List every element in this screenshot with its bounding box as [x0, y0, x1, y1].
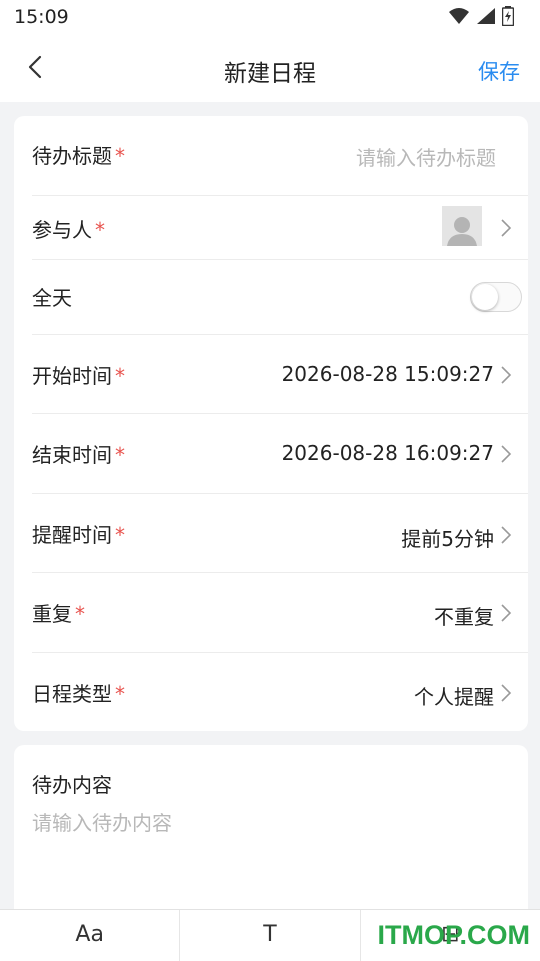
- repeat-value: 不重复: [434, 605, 494, 629]
- repeat-row[interactable]: 重复 * 不重复: [32, 573, 528, 653]
- wifi-icon: [449, 8, 469, 24]
- schedule-type-label: 日程类型 *: [32, 682, 125, 706]
- chevron-right-icon: [501, 526, 512, 544]
- text-style-button[interactable]: T: [180, 910, 361, 961]
- toggle-knob: [472, 284, 498, 310]
- required-mark: *: [95, 218, 105, 242]
- end-time-value: 2026-08-28 16:09:27: [281, 441, 494, 465]
- required-mark: *: [115, 364, 125, 388]
- participant-label: 参与人 *: [32, 218, 105, 242]
- page-title: 新建日程: [224, 61, 316, 87]
- schedule-type-value: 个人提醒: [414, 685, 494, 709]
- chevron-right-icon: [501, 366, 512, 384]
- required-mark: *: [115, 144, 125, 168]
- title-input[interactable]: 请输入待办标题: [356, 142, 496, 171]
- required-mark: *: [115, 682, 125, 706]
- schedule-type-row[interactable]: 日程类型 * 个人提醒: [32, 653, 528, 731]
- title-label: 待办标题 *: [32, 144, 125, 168]
- required-mark: *: [75, 602, 85, 626]
- signal-icon: [477, 8, 495, 24]
- start-time-value: 2026-08-28 15:09:27: [281, 362, 494, 386]
- required-mark: *: [115, 523, 125, 547]
- watermark: ITMOP.COM: [377, 920, 530, 950]
- content-input[interactable]: 请输入待办内容: [32, 807, 172, 836]
- schedule-form-card: 待办标题 * 请输入待办标题 参与人 * 全天 开始时间 * 2026-08-28 1…: [14, 116, 528, 731]
- end-time-label: 结束时间 *: [32, 443, 125, 467]
- chevron-right-icon: [501, 684, 512, 702]
- start-time-row[interactable]: 开始时间 * 2026-08-28 15:09:27: [32, 335, 528, 414]
- end-time-row[interactable]: 结束时间 * 2026-08-28 16:09:27: [32, 414, 528, 494]
- allday-toggle[interactable]: [470, 282, 522, 312]
- status-bar: 15:09: [0, 0, 540, 36]
- save-button[interactable]: 保存: [478, 56, 520, 86]
- chevron-right-icon: [501, 604, 512, 622]
- nav-bar: 新建日程 保存: [0, 36, 540, 102]
- status-time: 15:09: [14, 6, 69, 28]
- remind-time-value: 提前5分钟: [401, 527, 494, 551]
- content-label: 待办内容: [32, 773, 112, 797]
- status-icons: [448, 6, 514, 26]
- allday-label: 全天: [32, 286, 72, 310]
- remind-time-label: 提醒时间 *: [32, 523, 125, 547]
- repeat-label: 重复 *: [32, 602, 85, 626]
- user-icon: [447, 217, 477, 246]
- title-row[interactable]: 待办标题 * 请输入待办标题: [32, 116, 528, 196]
- start-time-label: 开始时间 *: [32, 364, 125, 388]
- participant-row[interactable]: 参与人 *: [32, 196, 528, 260]
- avatar[interactable]: [442, 206, 482, 246]
- chevron-right-icon: [501, 219, 512, 237]
- required-mark: *: [115, 443, 125, 467]
- allday-row: 全天: [32, 260, 528, 335]
- battery-icon: [502, 6, 514, 26]
- chevron-right-icon: [501, 445, 512, 463]
- font-size-button[interactable]: Aa: [0, 910, 181, 961]
- remind-time-row[interactable]: 提醒时间 * 提前5分钟: [32, 494, 528, 573]
